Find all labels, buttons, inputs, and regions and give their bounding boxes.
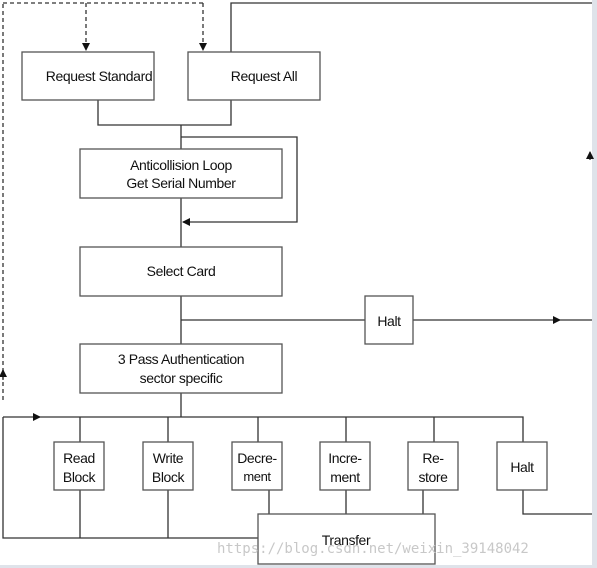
- request-standard-label: Request Standard: [46, 68, 152, 84]
- increment-label-2: ment: [330, 469, 360, 485]
- halt-top-label: Halt: [377, 313, 401, 329]
- write-block-label-2: Block: [152, 469, 186, 485]
- decrement-label-1: Decre-: [237, 450, 277, 466]
- read-block-label-2: Block: [63, 469, 97, 485]
- anticollision-label-1: Anticollision Loop: [130, 157, 232, 173]
- increment-label-1: Incre-: [328, 450, 362, 466]
- flow-diagram: Request Standard Request All Anticollisi…: [0, 0, 594, 565]
- write-block-label-1: Write: [153, 450, 184, 466]
- request-all-label: Request All: [231, 68, 298, 84]
- restore-label-2: store: [418, 469, 448, 485]
- read-block-label-1: Read: [63, 450, 95, 466]
- anticollision-label-2: Get Serial Number: [126, 175, 236, 191]
- authentication-label-2: sector specific: [140, 370, 223, 386]
- halt-bottom-label: Halt: [510, 459, 534, 475]
- restore-label-1: Re-: [422, 450, 444, 466]
- select-card-label: Select Card: [147, 263, 216, 279]
- watermark: https://blog.csdn.net/weixin_39148042: [217, 541, 529, 557]
- authentication-label-1: 3 Pass Authentication: [118, 351, 244, 367]
- decrement-label-2: ment: [243, 469, 271, 484]
